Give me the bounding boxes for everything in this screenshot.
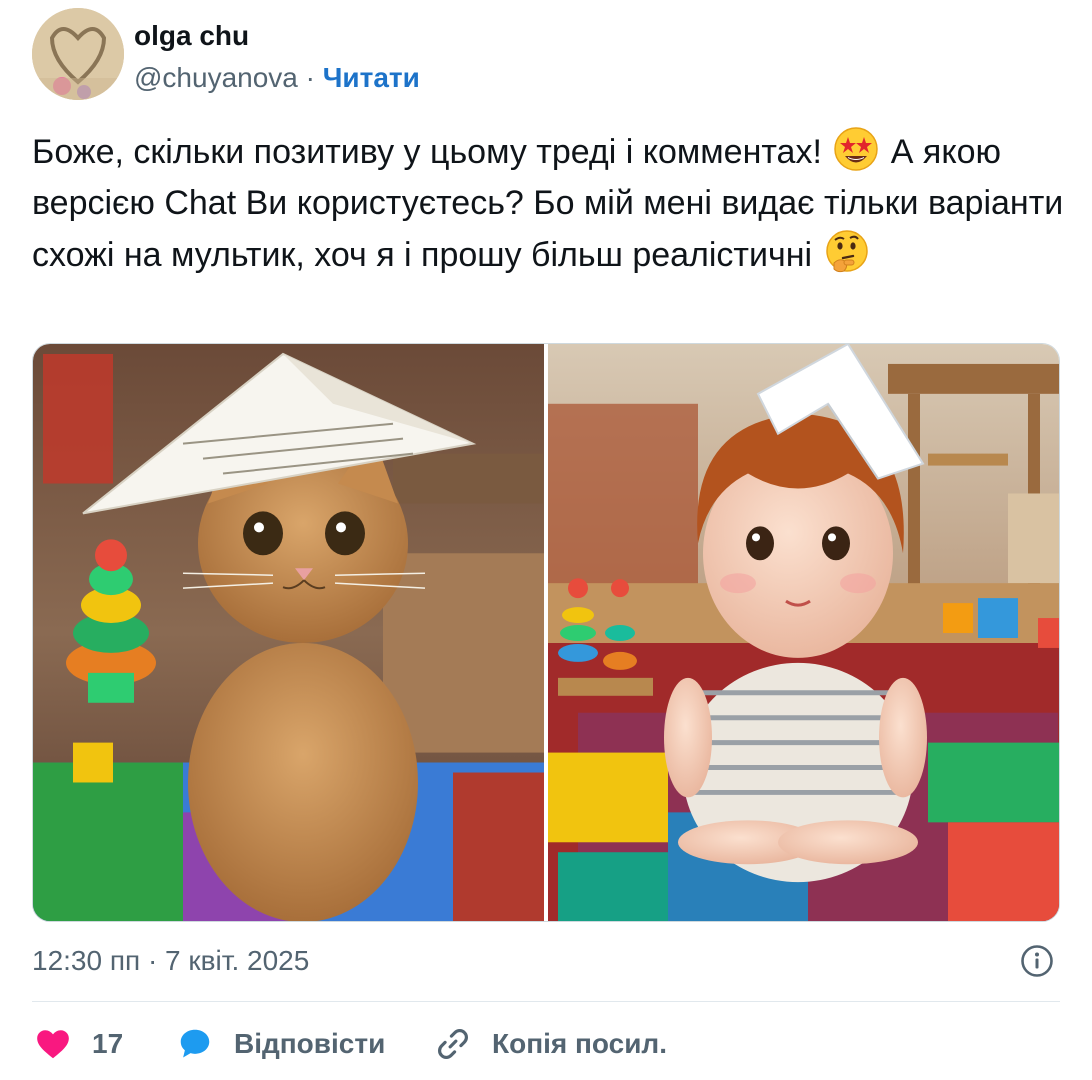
- thinking-face-emoji-icon: [824, 229, 870, 275]
- avatar[interactable]: [32, 8, 124, 100]
- link-icon: [438, 1029, 468, 1059]
- handle-row: @chuyanova · Читати: [134, 62, 420, 94]
- media-grid: [32, 343, 1060, 922]
- reply-button[interactable]: Відповісти: [176, 1022, 385, 1066]
- author-name[interactable]: olga chu: [134, 20, 249, 52]
- separator: ·: [297, 62, 323, 93]
- tweet-text: Боже, скільки позитиву у цьому треді і к…: [32, 126, 1072, 281]
- action-bar: 17 Відповісти Копія посил.: [32, 1022, 1060, 1066]
- reply-label: Відповісти: [234, 1028, 386, 1059]
- tweet-timestamp[interactable]: 12:30 пп · 7 квіт. 2025: [32, 945, 309, 977]
- tweet-header: olga chu @chuyanova · Читати: [32, 8, 1060, 104]
- copy-link-button[interactable]: Копія посил.: [434, 1022, 667, 1066]
- like-count: 17: [92, 1028, 124, 1059]
- heart-icon: [37, 1030, 69, 1059]
- like-button[interactable]: 17: [34, 1022, 123, 1066]
- follow-button[interactable]: Читати: [323, 62, 420, 93]
- avatar-image: [32, 8, 124, 100]
- author-handle[interactable]: @chuyanova: [134, 62, 298, 93]
- reply-bubble-icon: [180, 1029, 210, 1058]
- divider: [32, 1001, 1060, 1002]
- toddler-illustration[interactable]: [548, 344, 1059, 921]
- cat-photo[interactable]: [33, 344, 544, 921]
- info-icon[interactable]: [1020, 944, 1054, 978]
- star-struck-emoji-icon: [833, 126, 879, 172]
- copy-link-label: Копія посил.: [492, 1028, 667, 1059]
- tweet-text-part1: Боже, скільки позитиву у цьому треді і к…: [32, 133, 822, 171]
